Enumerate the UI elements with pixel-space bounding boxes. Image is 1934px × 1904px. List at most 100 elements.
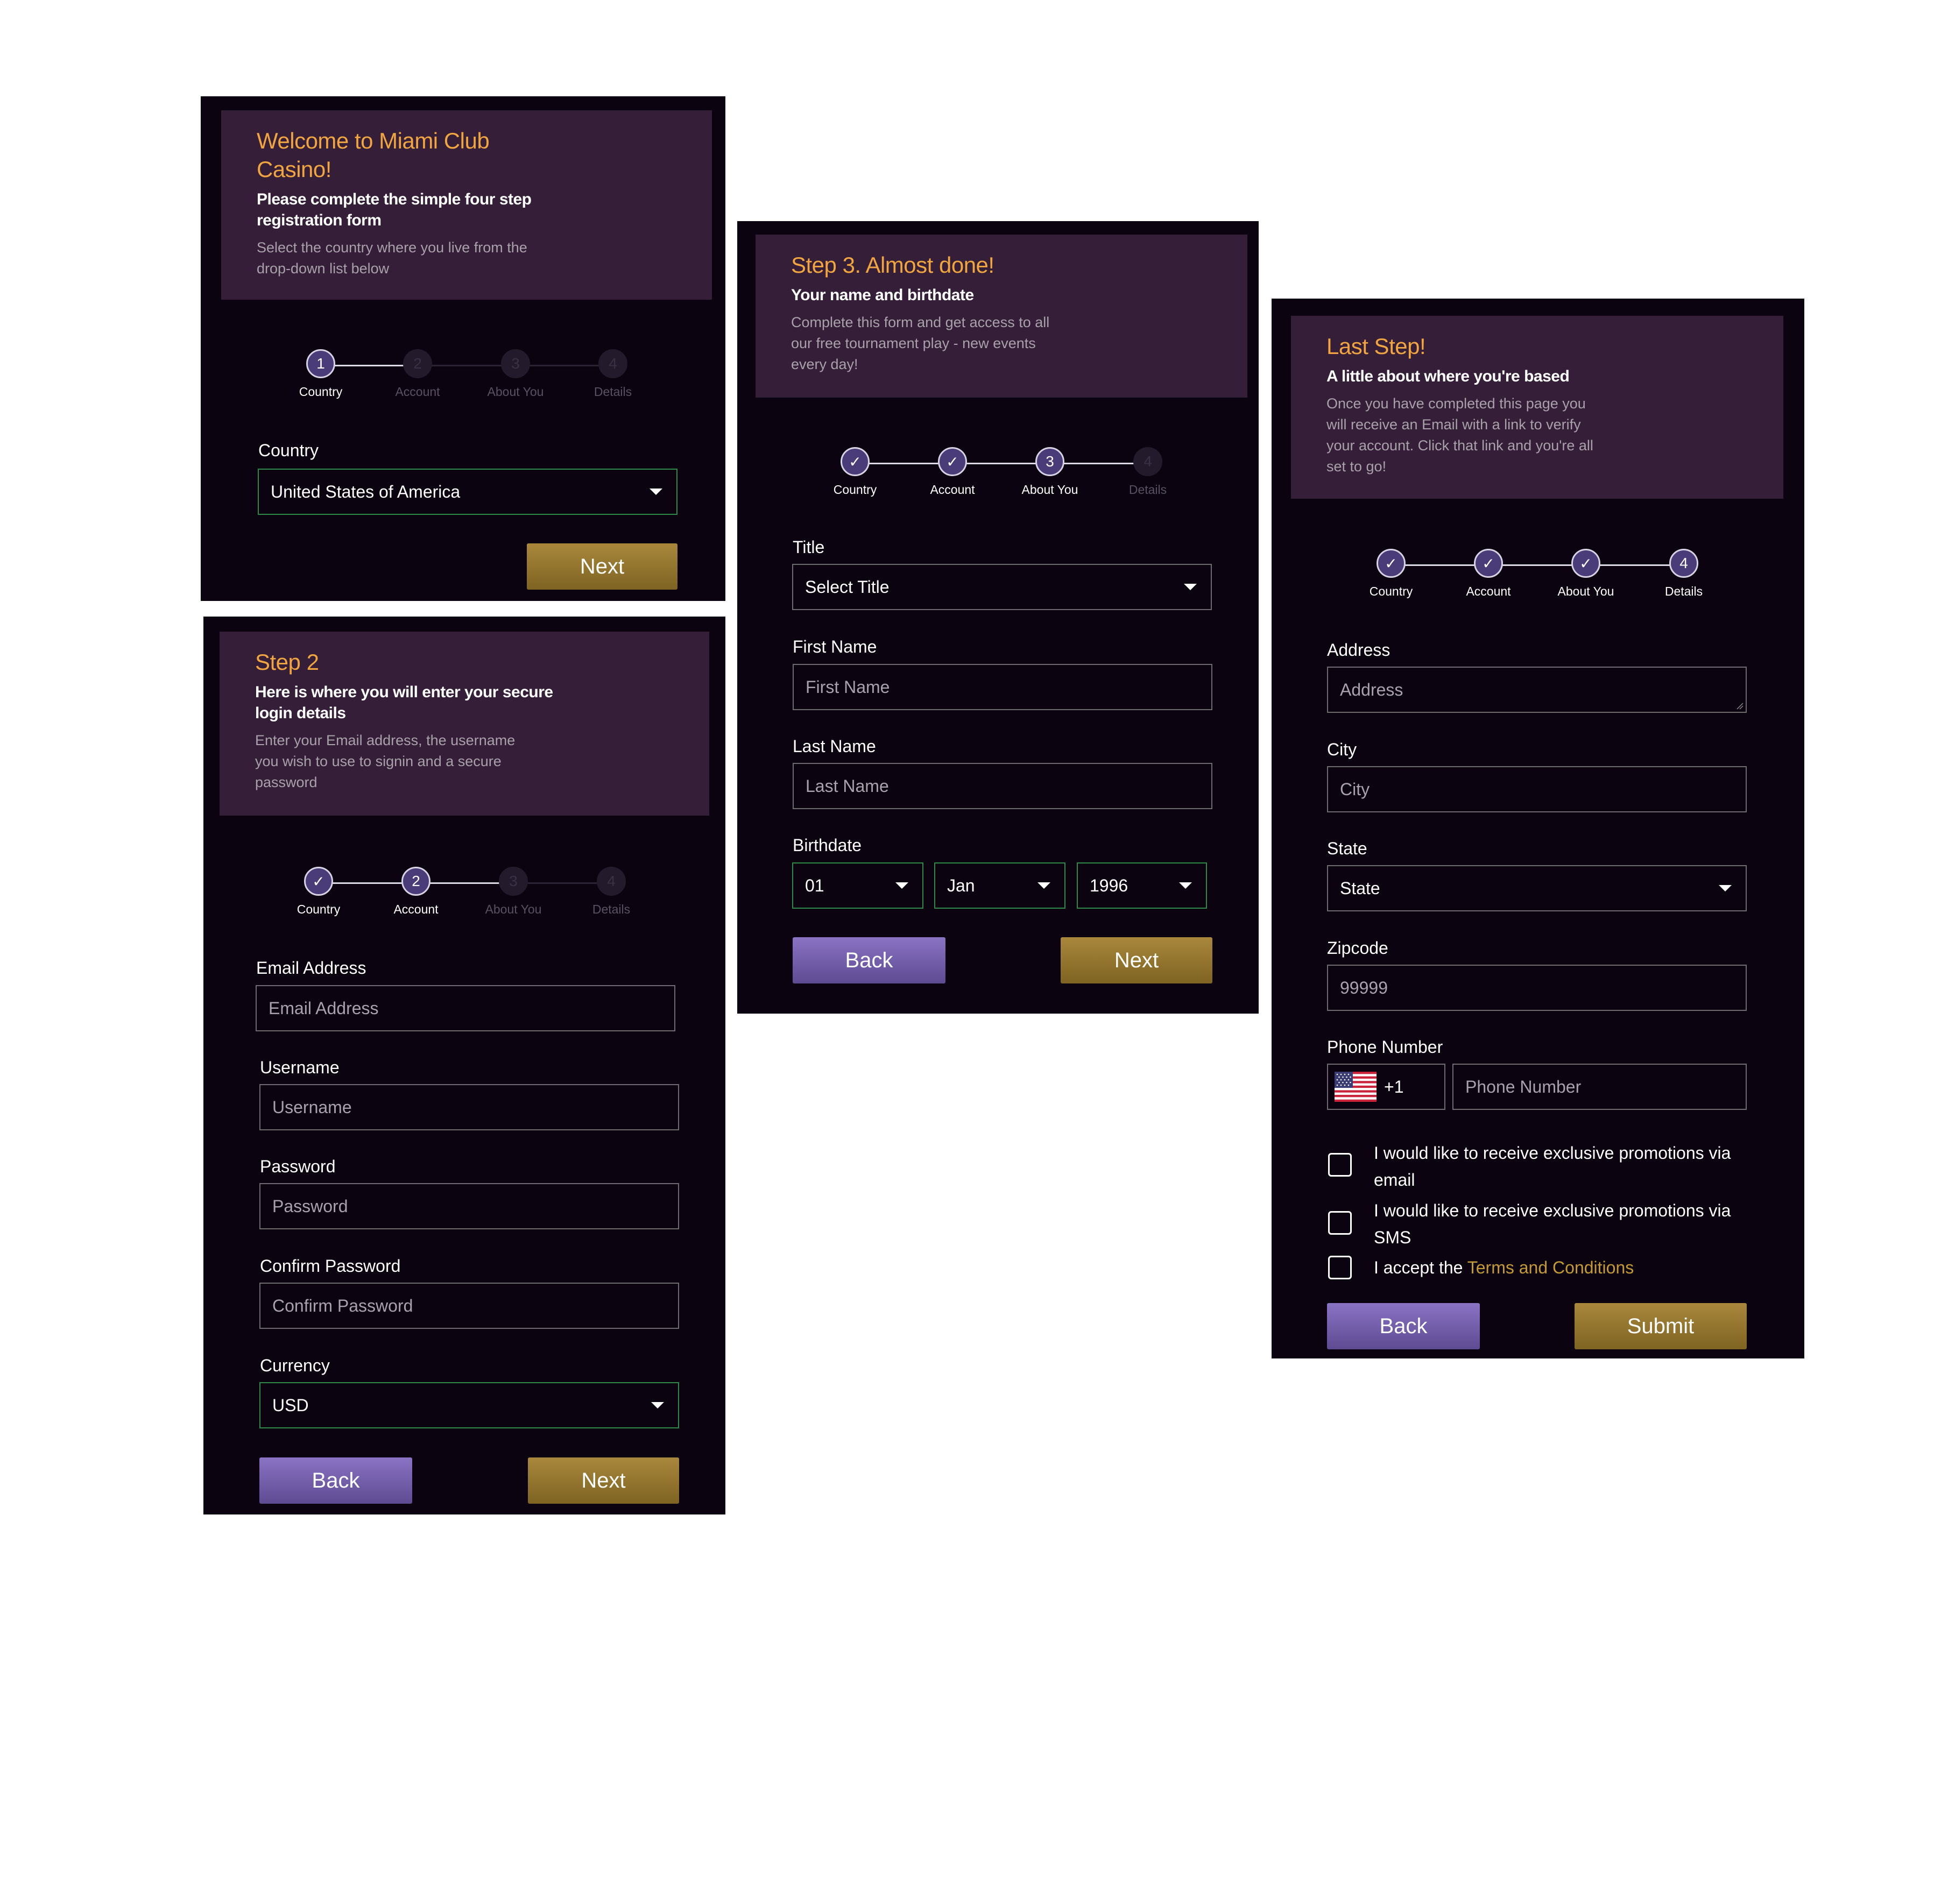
city-field[interactable]: City bbox=[1327, 766, 1747, 812]
progress-step-details: 4 Details bbox=[1099, 447, 1196, 497]
check-icon: ✓ bbox=[841, 447, 870, 476]
resize-handle-icon[interactable] bbox=[1736, 702, 1744, 710]
currency-label: Currency bbox=[260, 1356, 330, 1375]
promo-sms-line1: I would like to receive exclusive promot… bbox=[1374, 1201, 1731, 1220]
next-button[interactable]: Next bbox=[1061, 937, 1212, 983]
accept-terms-prefix: I accept the bbox=[1374, 1258, 1463, 1277]
country-label: Country bbox=[258, 441, 319, 460]
back-button[interactable]: Back bbox=[259, 1457, 412, 1504]
progress-step-about-you: 3 About You bbox=[1001, 447, 1098, 497]
birth-day-select[interactable]: 01 bbox=[792, 862, 923, 909]
back-button[interactable]: Back bbox=[1327, 1303, 1480, 1349]
zipcode-label: Zipcode bbox=[1327, 938, 1388, 958]
first-name-label: First Name bbox=[793, 637, 877, 656]
title-label: Title bbox=[793, 537, 825, 557]
birth-month-select[interactable]: Jan bbox=[934, 862, 1065, 909]
progress-step-label: Country bbox=[297, 902, 341, 916]
birth-year-value: 1996 bbox=[1090, 875, 1128, 895]
progress-step-label: Account bbox=[1466, 584, 1511, 598]
promo-email-line2: email bbox=[1374, 1170, 1415, 1190]
last-name-field[interactable]: Last Name bbox=[793, 763, 1212, 809]
progress-step-label: Account bbox=[930, 483, 975, 497]
submit-button[interactable]: Submit bbox=[1575, 1303, 1747, 1349]
phone-label: Phone Number bbox=[1327, 1037, 1443, 1057]
step-number-circle: 4 bbox=[1133, 447, 1162, 476]
progress-step-account: 2 Account bbox=[368, 867, 464, 917]
first-name-field[interactable]: First Name bbox=[793, 664, 1212, 710]
progress-step-label: Details bbox=[1664, 584, 1703, 598]
promo-email-line1: I would like to receive exclusive promot… bbox=[1374, 1143, 1731, 1163]
progress-step-about-you: ✓ About You bbox=[1537, 549, 1634, 599]
step3-subtitle: Your name and birthdate bbox=[791, 286, 974, 304]
promo-email-checkbox[interactable] bbox=[1328, 1153, 1352, 1177]
email-field[interactable]: Email Address bbox=[256, 985, 675, 1031]
country-select[interactable]: United States of America bbox=[258, 469, 677, 515]
terms-link[interactable]: Terms and Conditions bbox=[1467, 1258, 1634, 1277]
step1-header: Welcome to Miami Club Casino! Please com… bbox=[221, 110, 712, 300]
step2-subtitle-line2: login details bbox=[255, 704, 346, 722]
step-number-circle: 3 bbox=[501, 349, 530, 378]
step4-header: Last Step! A little about where you're b… bbox=[1291, 316, 1783, 499]
step2-desc-line3: password bbox=[255, 774, 317, 790]
step-number-circle: 4 bbox=[597, 867, 626, 896]
back-button[interactable]: Back bbox=[793, 937, 945, 983]
step1-subtitle-line1: Please complete the simple four step bbox=[257, 190, 532, 208]
title-select-value: Select Title bbox=[805, 577, 890, 597]
city-label: City bbox=[1327, 740, 1357, 759]
step4-desc-line2: will receive an Email with a link to ver… bbox=[1326, 416, 1581, 433]
step1-title: Welcome to Miami Club Casino! bbox=[257, 126, 676, 183]
step1-desc-line1: Select the country where you live from t… bbox=[257, 239, 527, 256]
progress-step-account: ✓ Account bbox=[904, 447, 1001, 497]
chevron-down-icon bbox=[1184, 584, 1197, 590]
address-placeholder: Address bbox=[1340, 680, 1403, 699]
check-icon: ✓ bbox=[1377, 549, 1406, 578]
promo-email-text: I would like to receive exclusive promot… bbox=[1374, 1139, 1731, 1193]
progress-step-label: Account bbox=[395, 385, 440, 399]
step4-desc-line3: your account. Click that link and you're… bbox=[1326, 437, 1593, 454]
chevron-down-icon bbox=[651, 1402, 664, 1408]
progress-step-country: ✓ Country bbox=[807, 447, 904, 497]
progress-step-about-you: 3 About You bbox=[465, 867, 562, 917]
progress-step-country: 1 Country bbox=[272, 349, 369, 399]
title-select[interactable]: Select Title bbox=[792, 564, 1212, 610]
check-icon: ✓ bbox=[1474, 549, 1503, 578]
birth-year-select[interactable]: 1996 bbox=[1077, 862, 1207, 909]
progress-step-account: ✓ Account bbox=[1440, 549, 1537, 599]
state-select-value: State bbox=[1340, 878, 1380, 898]
step2-desc-line2: you wish to use to signin and a secure bbox=[255, 753, 502, 769]
next-button[interactable]: Next bbox=[528, 1457, 679, 1504]
progress-step-label: Details bbox=[1128, 483, 1167, 497]
progress-step-label: About You bbox=[485, 902, 542, 916]
progress-step-details: 4 Details bbox=[1635, 549, 1732, 599]
currency-select-value: USD bbox=[272, 1395, 309, 1415]
zipcode-field[interactable]: 99999 bbox=[1327, 965, 1747, 1011]
phone-country-code-select[interactable]: +1 bbox=[1327, 1064, 1445, 1110]
step2-subtitle-line1: Here is where you will enter your secure bbox=[255, 683, 553, 701]
chevron-down-icon bbox=[1037, 882, 1050, 889]
username-field[interactable]: Username bbox=[259, 1084, 679, 1130]
next-button[interactable]: Next bbox=[527, 543, 677, 590]
step2-header: Step 2 Here is where you will enter your… bbox=[220, 632, 709, 816]
last-name-label: Last Name bbox=[793, 737, 876, 756]
password-label: Password bbox=[260, 1157, 336, 1176]
state-label: State bbox=[1327, 839, 1367, 858]
step1-title-line1: Welcome to Miami Club bbox=[257, 128, 490, 153]
step-number-circle: 2 bbox=[401, 867, 430, 896]
progress-step-label: Country bbox=[1369, 584, 1413, 598]
step3-desc-line3: every day! bbox=[791, 356, 858, 372]
progress-step-details: 4 Details bbox=[563, 867, 660, 917]
currency-select[interactable]: USD bbox=[259, 1382, 679, 1428]
accept-terms-checkbox[interactable] bbox=[1328, 1256, 1352, 1279]
promo-sms-checkbox[interactable] bbox=[1328, 1211, 1352, 1235]
confirm-password-field[interactable]: Confirm Password bbox=[259, 1283, 679, 1329]
progress-step-account: 2 Account bbox=[369, 349, 466, 399]
step3-desc-line2: our free tournament play - new events bbox=[791, 335, 1036, 351]
birth-day-value: 01 bbox=[805, 875, 824, 895]
state-select[interactable]: State bbox=[1327, 865, 1747, 911]
address-field[interactable]: Address bbox=[1327, 667, 1747, 713]
password-field[interactable]: Password bbox=[259, 1183, 679, 1229]
chevron-down-icon bbox=[895, 882, 908, 889]
step3-panel: Step 3. Almost done! Your name and birth… bbox=[737, 221, 1259, 1014]
phone-number-field[interactable]: Phone Number bbox=[1452, 1064, 1747, 1110]
username-label: Username bbox=[260, 1058, 340, 1077]
